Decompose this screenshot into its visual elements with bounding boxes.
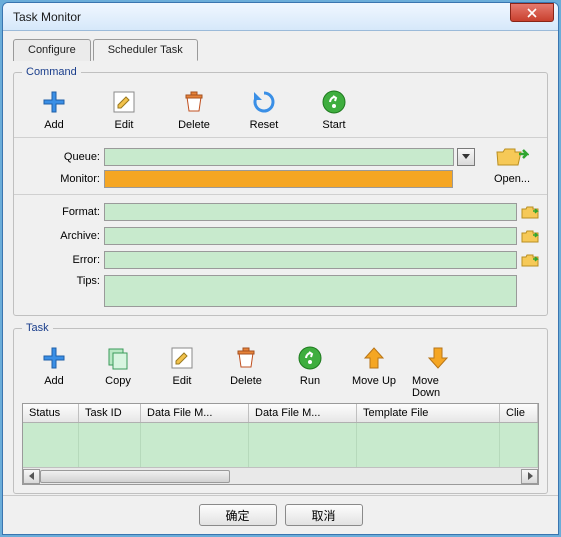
delete-button[interactable]: Delete — [168, 88, 220, 131]
ok-button[interactable]: 确定 — [199, 504, 277, 526]
monitor-input[interactable] — [104, 170, 453, 188]
task-edit-button[interactable]: Edit — [156, 344, 208, 399]
move-up-button[interactable]: Move Up — [348, 344, 400, 399]
queue-label: Queue: — [22, 151, 100, 163]
arrow-up-icon — [363, 346, 385, 370]
tab-configure[interactable]: Configure — [13, 39, 91, 61]
folder-icon — [521, 205, 539, 219]
edit-button[interactable]: Edit — [98, 88, 150, 131]
col-client[interactable]: Clie — [500, 404, 538, 422]
format-label: Format: — [22, 206, 100, 218]
scroll-left-button[interactable] — [23, 469, 40, 484]
col-status[interactable]: Status — [23, 404, 79, 422]
tips-box — [104, 275, 517, 307]
scroll-track[interactable] — [40, 469, 521, 484]
command-legend: Command — [22, 66, 81, 78]
close-icon — [527, 8, 537, 18]
trash-icon — [181, 89, 207, 115]
col-taskid[interactable]: Task ID — [79, 404, 141, 422]
start-button[interactable]: Start — [308, 88, 360, 131]
task-add-button[interactable]: Add — [28, 344, 80, 399]
edit-icon — [111, 89, 137, 115]
col-datafile1[interactable]: Data File M... — [141, 404, 249, 422]
scroll-right-button[interactable] — [521, 469, 538, 484]
tips-label: Tips: — [22, 275, 100, 287]
window-title: Task Monitor — [13, 10, 510, 24]
folder-icon — [521, 253, 539, 267]
plus-icon — [41, 345, 67, 371]
task-toolbar: Add Copy Edit Delete Run — [22, 340, 539, 399]
table-header: Status Task ID Data File M... Data File … — [23, 404, 538, 423]
close-button[interactable] — [510, 3, 554, 22]
client-area: Configure Scheduler Task Command Add Edi… — [3, 31, 558, 495]
error-input[interactable] — [104, 251, 517, 269]
scroll-thumb[interactable] — [40, 470, 230, 483]
format-browse-button[interactable] — [521, 205, 539, 219]
open-button[interactable] — [485, 146, 539, 168]
queue-select[interactable] — [104, 148, 454, 166]
command-toolbar: Add Edit Delete Reset Start — [22, 84, 539, 131]
cancel-button[interactable]: 取消 — [285, 504, 363, 526]
open-label: Open... — [485, 173, 539, 185]
arrow-down-icon — [427, 346, 449, 370]
tab-bar: Configure Scheduler Task — [13, 39, 548, 61]
error-browse-button[interactable] — [521, 253, 539, 267]
command-group: Command Add Edit Delete Reset — [13, 66, 548, 316]
window: Task Monitor Configure Scheduler Task Co… — [2, 2, 559, 535]
edit-icon — [169, 345, 195, 371]
table-body — [23, 423, 538, 467]
move-down-button[interactable]: Move Down — [412, 344, 464, 399]
task-run-button[interactable]: Run — [284, 344, 336, 399]
reset-icon — [251, 89, 277, 115]
trash-icon — [233, 345, 259, 371]
folder-icon — [521, 229, 539, 243]
add-button[interactable]: Add — [28, 88, 80, 131]
task-delete-button[interactable]: Delete — [220, 344, 272, 399]
chevron-right-icon — [527, 472, 533, 480]
task-legend: Task — [22, 322, 53, 334]
divider — [14, 194, 547, 195]
monitor-label: Monitor: — [22, 173, 100, 185]
run-icon — [297, 345, 323, 371]
chevron-down-icon — [462, 154, 470, 160]
queue-dropdown-button[interactable] — [457, 148, 475, 166]
reset-button[interactable]: Reset — [238, 88, 290, 131]
error-label: Error: — [22, 254, 100, 266]
task-copy-button[interactable]: Copy — [92, 344, 144, 399]
copy-icon — [105, 345, 131, 371]
footer: 确定 取消 — [3, 495, 558, 534]
task-group: Task Add Copy Edit Delete — [13, 322, 548, 494]
plus-icon — [41, 89, 67, 115]
horizontal-scrollbar[interactable] — [23, 467, 538, 484]
col-template[interactable]: Template File — [357, 404, 500, 422]
divider — [14, 137, 547, 138]
archive-label: Archive: — [22, 230, 100, 242]
tab-scheduler-task[interactable]: Scheduler Task — [93, 39, 198, 61]
titlebar: Task Monitor — [3, 3, 558, 31]
chevron-left-icon — [29, 472, 35, 480]
task-table: Status Task ID Data File M... Data File … — [22, 403, 539, 485]
col-datafile2[interactable]: Data File M... — [249, 404, 357, 422]
folder-open-icon — [495, 146, 529, 168]
archive-input[interactable] — [104, 227, 517, 245]
start-icon — [321, 89, 347, 115]
format-input[interactable] — [104, 203, 517, 221]
archive-browse-button[interactable] — [521, 229, 539, 243]
